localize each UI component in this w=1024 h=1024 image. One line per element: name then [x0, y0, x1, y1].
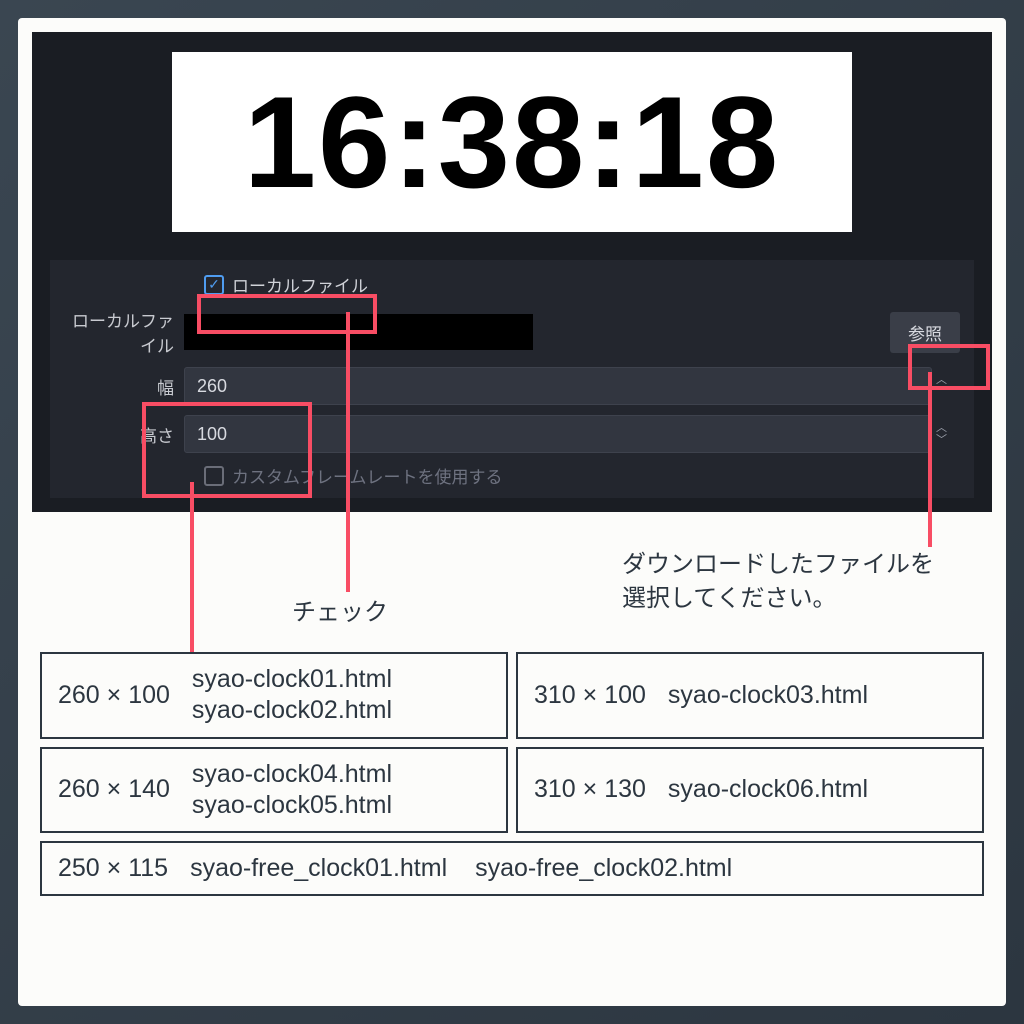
- size-file-name: syao-clock05.html: [192, 790, 392, 821]
- size-cell: 260 × 100 syao-clock01.htmlsyao-clock02.h…: [40, 652, 508, 739]
- size-files: syao-clock04.htmlsyao-clock05.html: [192, 759, 392, 822]
- size-cell: 260 × 140 syao-clock04.htmlsyao-clock05.h…: [40, 747, 508, 834]
- size-file-name: syao-free_clock02.html: [475, 853, 732, 884]
- local-file-checkbox-label: ローカルファイル: [232, 272, 368, 297]
- size-cell: 310 × 130 syao-clock06.html: [516, 747, 984, 834]
- height-label: 高さ: [64, 422, 184, 447]
- size-file-name: syao-clock03.html: [668, 680, 868, 711]
- chevron-down-icon[interactable]: ﹀: [936, 387, 960, 397]
- size-table: 260 × 100 syao-clock01.htmlsyao-clock02.h…: [40, 652, 984, 896]
- settings-panel: 16:38:18 ✓ ローカルファイル ローカルファイル 参照 幅 ︿ ﹀: [32, 32, 992, 512]
- custom-framerate-checkbox[interactable]: [204, 466, 224, 486]
- width-label: 幅: [64, 374, 184, 399]
- size-dimension: 310 × 100: [534, 681, 646, 710]
- custom-framerate-label: カスタムフレームレートを使用する: [232, 463, 502, 488]
- height-input[interactable]: [184, 415, 932, 453]
- size-file-name: syao-clock02.html: [192, 695, 392, 726]
- connector-line: [928, 372, 932, 547]
- size-dimension: 310 × 130: [534, 775, 646, 804]
- connector-line: [346, 312, 350, 592]
- width-stepper[interactable]: ︿ ﹀: [936, 375, 960, 397]
- local-file-checkbox[interactable]: ✓: [204, 275, 224, 295]
- browse-button[interactable]: 参照: [890, 312, 960, 353]
- size-cell: 250 × 115syao-free_clock01.htmlsyao-free…: [40, 841, 984, 896]
- annotation-download: ダウンロードしたファイルを 選択してください。: [622, 548, 934, 615]
- size-file-name: syao-clock01.html: [192, 664, 392, 695]
- chevron-down-icon[interactable]: ﹀: [936, 435, 960, 445]
- size-file-name: syao-free_clock01.html: [190, 853, 447, 884]
- settings-area: ✓ ローカルファイル ローカルファイル 参照 幅 ︿ ﹀ 高さ: [50, 260, 974, 498]
- size-files: syao-clock03.html: [668, 680, 868, 711]
- size-files: syao-free_clock01.html syao-free_clock02.…: [190, 853, 732, 884]
- local-file-field-label: ローカルファイル: [64, 307, 184, 357]
- size-dimension: 260 × 100: [58, 681, 170, 710]
- main-card: 16:38:18 ✓ ローカルファイル ローカルファイル 参照 幅 ︿ ﹀: [18, 18, 1006, 1006]
- chevron-up-icon[interactable]: ︿: [936, 375, 960, 385]
- size-files: syao-clock01.htmlsyao-clock02.html: [192, 664, 392, 727]
- local-file-path-input[interactable]: [184, 314, 533, 350]
- height-stepper[interactable]: ︿ ﹀: [936, 423, 960, 445]
- size-file-name: syao-clock04.html: [192, 759, 392, 790]
- size-files: syao-clock06.html: [668, 774, 868, 805]
- size-row: 260 × 100 syao-clock01.htmlsyao-clock02.h…: [40, 652, 984, 739]
- size-row: 250 × 115syao-free_clock01.htmlsyao-free…: [40, 841, 984, 896]
- annotation-check: チェック: [292, 592, 388, 627]
- size-dimension: 250 × 115: [58, 854, 168, 883]
- clock-display: 16:38:18: [172, 52, 852, 232]
- size-cell: 310 × 100 syao-clock03.html: [516, 652, 984, 739]
- connector-line: [190, 482, 194, 652]
- annotations-area: チェック ダウンロードしたファイルを 選択してください。 260 × 100 sy…: [32, 512, 992, 992]
- width-input[interactable]: [184, 367, 932, 405]
- chevron-up-icon[interactable]: ︿: [936, 423, 960, 433]
- size-file-name: syao-clock06.html: [668, 774, 868, 805]
- size-dimension: 260 × 140: [58, 775, 170, 804]
- size-row: 260 × 140 syao-clock04.htmlsyao-clock05.h…: [40, 747, 984, 834]
